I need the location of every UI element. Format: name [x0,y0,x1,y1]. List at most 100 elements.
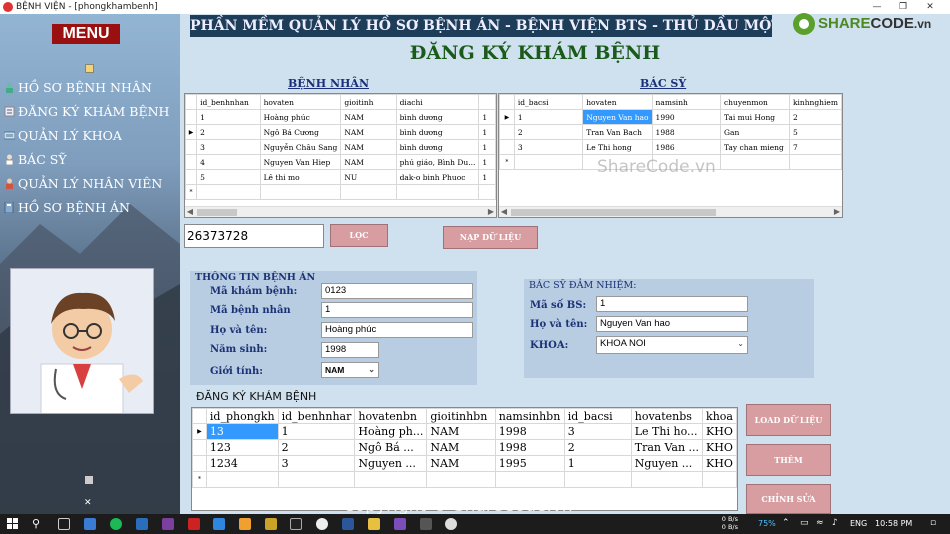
table-row[interactable]: 3 Le Thi hong 1986 Tay chan mieng 7 [499,139,842,155]
table-cell[interactable]: Ngô Bá ... [354,439,428,456]
table-cell[interactable] [494,471,565,488]
table-cell[interactable]: bình dương [395,109,480,125]
tray-chevron-icon[interactable]: ⌃ [782,518,790,528]
column-header[interactable]: namsinhbn [494,408,565,424]
column-header[interactable]: id_phongkh [205,408,279,424]
sidebar-item-departments[interactable]: QUẢN LÝ KHOA [3,126,122,146]
table-cell[interactable]: Le Thi hong [582,139,653,155]
table-cell[interactable] [478,184,496,200]
task-view-icon[interactable] [58,518,70,530]
table-cell[interactable]: phú giáo, Bình Du... [395,154,480,170]
table-row[interactable]: 3 Nguyễn Châu Sang NAM bình dương 1 [185,139,496,155]
table-cell[interactable] [340,184,397,200]
sidebar-item-patients[interactable]: HỒ SƠ BỆNH NHÂN [4,78,152,98]
table-cell[interactable] [205,471,279,488]
chrome-icon[interactable] [316,518,328,530]
table-cell[interactable]: Nguyen Van hao [582,109,653,125]
column-header[interactable]: id_bacsi [563,408,632,424]
yandex-icon[interactable] [188,518,200,530]
birth-year-input[interactable]: 1998 [321,342,379,358]
language-indicator[interactable]: ENG [850,519,867,528]
exam-id-input[interactable]: 0123 [321,283,473,299]
sidebar-close-icon[interactable]: ✕ [84,498,92,508]
visual-studio-icon[interactable] [394,518,406,530]
table-row[interactable]: * [185,184,496,200]
table-cell[interactable]: 1 [513,109,584,125]
row-header[interactable] [185,169,198,185]
table-cell[interactable]: 1 [277,423,356,440]
table-cell[interactable]: 3 [563,423,632,440]
notifications-icon[interactable]: ▫ [930,518,936,528]
scroll-right-icon[interactable]: ▶ [486,207,496,217]
table-row[interactable]: 123 2 Ngô Bá ... NAM 1998 2 Tran Van ... KHO [192,439,737,456]
table-cell[interactable]: 1 [563,455,632,472]
table-cell[interactable]: 2 [196,124,261,140]
table-cell[interactable]: NAM [340,109,397,125]
column-header[interactable]: hovaten [582,94,653,110]
table-cell[interactable]: 2 [563,439,632,456]
column-header[interactable]: gioitinhbn [426,408,496,424]
table-cell[interactable]: 5 [196,169,261,185]
table-cell[interactable]: NAM [426,423,496,440]
gender-select[interactable]: NAM ⌄ [321,362,379,378]
table-cell[interactable]: Nguyen ... [354,455,428,472]
table-row[interactable]: 2 Tran Van Bach 1988 Gan 5 [499,124,842,140]
table-cell[interactable]: 1 [478,139,496,155]
table-row[interactable]: * [192,471,737,488]
word-icon[interactable] [342,518,354,530]
scroll-left-icon[interactable]: ◀ [185,207,195,217]
table-row[interactable]: ▶ 1 Nguyen Van hao 1990 Tai mui Hong 2 [499,109,842,125]
column-header[interactable]: gioitinh [340,94,397,110]
vscode-icon[interactable] [213,518,225,530]
doctors-hscroll[interactable]: ◀ ▶ [499,206,842,217]
table-row[interactable]: 1 Hoàng phúc NAM bình dương 1 [185,109,496,125]
table-cell[interactable]: Tai mui Hong [719,109,790,125]
table-cell[interactable]: 3 [196,139,261,155]
table-cell[interactable]: 2 [513,124,584,140]
media-icon[interactable] [162,518,174,530]
sidebar-item-staff[interactable]: QUẢN LÝ NHÂN VIÊN [4,174,162,194]
scroll-thumb[interactable] [197,209,237,216]
table-cell[interactable] [259,184,342,200]
sidebar-item-doctors[interactable]: BÁC SỸ [4,150,67,170]
table-cell[interactable]: Hoàng ph... [354,423,428,440]
column-header[interactable]: id_benhnhan [196,94,261,110]
table-row[interactable]: 1234 3 Nguyen ... NAM 1995 1 Nguyen ... KHO [192,455,737,472]
filter-input[interactable]: 26373728 [184,224,324,248]
folder-app-icon[interactable] [265,518,277,530]
row-header[interactable] [499,124,515,140]
todo-icon[interactable] [136,518,148,530]
table-cell[interactable]: 2 [277,439,356,456]
table-row[interactable]: 4 Nguyen Van Hiep NAM phú giáo, Bình Du... 1 [185,154,496,170]
sidebar-item-register[interactable]: ĐĂNG KÝ KHÁM BỆNH [4,102,169,122]
row-header[interactable] [192,439,207,456]
table-cell[interactable]: Lê thi mo [259,169,342,185]
patients-grid[interactable]: id_benhnhan hovaten gioitinh diachi 1 Hoàng … [184,93,497,218]
patient-id-input[interactable]: 1 [321,302,473,318]
column-header[interactable]: namsinh [651,94,721,110]
doctor-id-input[interactable]: 1 [596,296,748,312]
row-header[interactable]: ▶ [185,124,198,140]
table-cell[interactable]: NAM [340,124,397,140]
phpstorm-icon[interactable] [290,518,302,530]
row-header[interactable] [185,139,198,155]
table-cell[interactable]: KHO [702,455,737,472]
row-header[interactable]: * [499,154,515,170]
doctor-name-input[interactable]: Nguyen Van hao [596,316,748,332]
table-cell[interactable]: 1 [478,154,496,170]
edit-button[interactable]: CHỈNH SỬA [746,484,831,514]
table-cell[interactable]: NAM [426,455,496,472]
table-cell[interactable]: 3 [277,455,356,472]
table-cell[interactable]: 123 [205,439,279,456]
scroll-thumb[interactable] [511,209,716,216]
table-cell[interactable]: Tran Van ... [630,439,704,456]
table-cell[interactable] [395,184,480,200]
start-icon[interactable] [7,518,19,532]
table-cell[interactable]: Nguyen Van Hiep [259,154,342,170]
table-cell[interactable]: 1998 [494,423,565,440]
table-cell[interactable]: NAM [340,154,397,170]
table-cell[interactable]: dak-o binh Phuoc [395,169,480,185]
table-cell[interactable] [196,184,261,200]
battery-icon[interactable]: ▭ [800,518,809,528]
table-cell[interactable] [513,154,584,170]
